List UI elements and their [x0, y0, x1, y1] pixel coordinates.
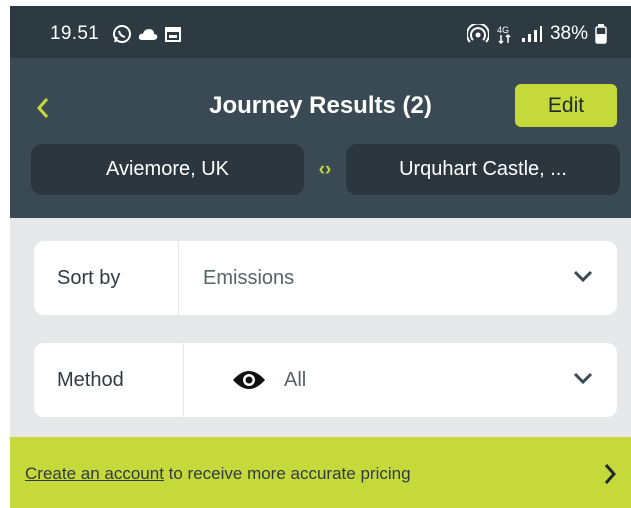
- sort-by-dropdown[interactable]: Sort by Emissions: [34, 241, 617, 315]
- divider: [183, 343, 184, 417]
- create-account-link[interactable]: Create an account: [25, 464, 164, 483]
- app-screen: 19.51 4G 38% Journey Results (2) Edit Av…: [10, 6, 631, 508]
- banner-text-wrap: Create an account to receive more accura…: [25, 464, 411, 484]
- edit-button[interactable]: Edit: [515, 84, 617, 127]
- header-panel: 19.51 4G 38% Journey Results (2) Edit Av…: [10, 6, 631, 218]
- method-label: Method: [57, 368, 124, 391]
- divider: [178, 241, 179, 315]
- cloud-icon: [138, 29, 158, 40]
- whatsapp-icon: [113, 25, 131, 43]
- method-value: All: [284, 368, 307, 391]
- svg-text:4G: 4G: [497, 25, 509, 35]
- swap-arrows-icon[interactable]: ‹›: [310, 159, 340, 181]
- origin-location[interactable]: Aviemore, UK: [31, 144, 304, 195]
- method-dropdown[interactable]: Method All: [34, 343, 617, 417]
- 4g-icon: 4G: [497, 25, 511, 44]
- chevron-right-icon[interactable]: [603, 463, 617, 485]
- banner-message: to receive more accurate pricing: [163, 464, 411, 483]
- signal-icon: [521, 26, 542, 42]
- status-left-icons: [112, 24, 182, 44]
- method-value-wrap: All: [232, 343, 306, 417]
- sort-by-label: Sort by: [57, 266, 121, 289]
- status-time: 19.51: [50, 23, 100, 44]
- battery-icon: [595, 24, 607, 44]
- destination-location[interactable]: Urquhart Castle, ...: [346, 144, 620, 195]
- status-bar: 19.51 4G 38%: [10, 6, 631, 58]
- eye-icon: [233, 371, 265, 389]
- sort-by-value: Emissions: [203, 266, 295, 289]
- chevron-down-icon[interactable]: [573, 371, 593, 385]
- create-account-banner[interactable]: Create an account to receive more accura…: [10, 437, 631, 508]
- calendar-icon: [165, 27, 181, 42]
- hotspot-icon: [466, 24, 489, 43]
- status-right: 4G 38%: [466, 23, 607, 45]
- chevron-down-icon[interactable]: [573, 269, 593, 283]
- battery-percentage: 38%: [549, 23, 588, 44]
